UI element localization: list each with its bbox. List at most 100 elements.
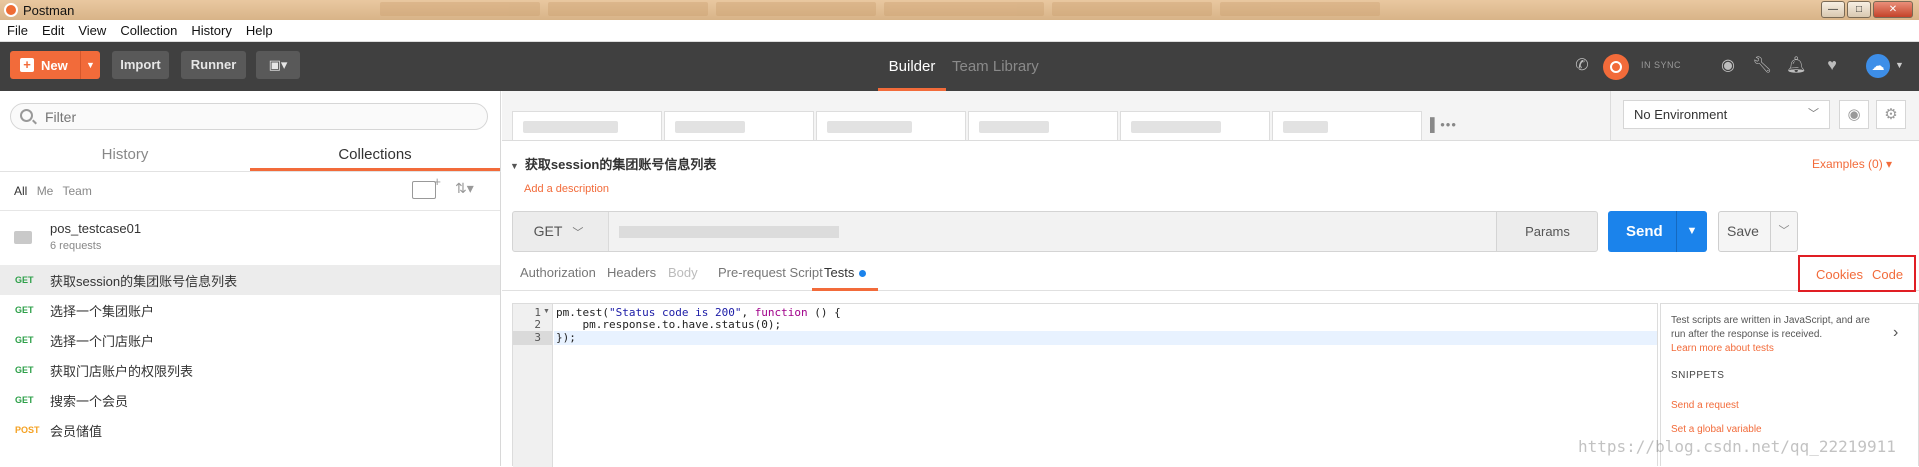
menu-collection[interactable]: Collection xyxy=(113,23,184,38)
collection-item[interactable]: pos_testcase01 6 requests xyxy=(0,210,500,265)
tab-body[interactable]: Body xyxy=(668,255,698,291)
tab-tests-label: Tests xyxy=(824,265,855,280)
request-tab[interactable] xyxy=(512,111,662,140)
request-section-tabs: Authorization Headers Body Pre-request S… xyxy=(502,255,1919,291)
request-tab[interactable] xyxy=(1120,111,1270,140)
snippet-link[interactable]: Set a global variable xyxy=(1671,424,1762,435)
tab-history[interactable]: History xyxy=(0,141,250,171)
new-button[interactable]: + New ▼ xyxy=(10,51,100,79)
active-line-highlight xyxy=(554,331,1657,345)
send-button[interactable]: Send ▼ xyxy=(1608,211,1707,252)
sidebar: History Collections All Me Team ⇅▾ pos_t… xyxy=(0,91,501,466)
learn-more-link[interactable]: Learn more about tests xyxy=(1671,343,1774,354)
tab-builder[interactable]: Builder xyxy=(878,42,946,91)
runner-button[interactable]: Runner xyxy=(181,51,246,79)
filter-team[interactable]: Team xyxy=(62,184,91,198)
bell-icon[interactable]: 🔔︎ xyxy=(1786,56,1806,76)
tab-pre-request-script[interactable]: Pre-request Script xyxy=(718,255,823,291)
menu-bar: File Edit View Collection History Help xyxy=(0,20,1919,42)
tab-headers[interactable]: Headers xyxy=(607,255,656,291)
eye-icon[interactable]: ◉ xyxy=(1839,100,1869,129)
code-link[interactable]: Code xyxy=(1872,267,1903,282)
sort-icon[interactable]: ⇅▾ xyxy=(455,180,474,197)
menu-history[interactable]: History xyxy=(184,23,238,38)
plus-icon: + xyxy=(20,58,34,72)
code-line: }); xyxy=(556,331,576,344)
sync-status-label: IN SYNC xyxy=(1641,60,1682,70)
request-title: 获取session的集团账号信息列表 xyxy=(524,157,717,172)
minimize-button[interactable]: — xyxy=(1821,1,1845,18)
cookies-link[interactable]: Cookies xyxy=(1816,267,1863,282)
snippet-link[interactable]: Send a request xyxy=(1671,400,1739,411)
request-item[interactable]: GET 选择一个门店账户 xyxy=(0,325,500,355)
satellite-icon[interactable]: ✆ xyxy=(1572,56,1592,76)
owner-filter: All Me Team xyxy=(14,184,98,198)
request-builder: ▌••• No Environment ﹀ ◉ ⚙ ▼ 获取session的集团账… xyxy=(502,91,1919,467)
add-description-link[interactable]: Add a description xyxy=(524,183,609,195)
tab-authorization[interactable]: Authorization xyxy=(520,255,596,291)
menu-view[interactable]: View xyxy=(71,23,113,38)
close-button[interactable]: ✕ xyxy=(1873,1,1913,18)
request-tab[interactable] xyxy=(1272,111,1422,140)
new-collection-icon[interactable] xyxy=(412,174,441,199)
window-controls: — □ ✕ xyxy=(1821,1,1913,18)
line-number: 2 xyxy=(534,318,541,331)
maximize-button[interactable]: □ xyxy=(1847,1,1871,18)
environment-value: No Environment xyxy=(1634,107,1728,122)
menu-edit[interactable]: Edit xyxy=(35,23,71,38)
request-name: 获取session的集团账号信息列表 xyxy=(50,273,238,289)
gear-icon[interactable]: ⚙ xyxy=(1876,100,1906,129)
request-name: 选择一个集团账户 xyxy=(50,303,155,319)
request-name: 选择一个门店账户 xyxy=(50,333,155,349)
tab-team-library[interactable]: Team Library xyxy=(952,42,1039,91)
more-tabs-icon[interactable]: ▌••• xyxy=(1430,117,1457,132)
tab-tests[interactable]: Tests xyxy=(812,255,879,291)
filter-input[interactable] xyxy=(45,108,445,126)
wrench-icon[interactable]: 🔧︎ xyxy=(1752,56,1772,76)
sync-status-icon[interactable] xyxy=(1603,54,1629,80)
request-title-row[interactable]: ▼ 获取session的集团账号信息列表 xyxy=(510,154,716,173)
save-dropdown-icon[interactable]: ﹀ xyxy=(1770,212,1797,251)
tests-code-editor[interactable]: 1 ▼ 2 3 pm.test("Status code is 200", fu… xyxy=(512,303,1658,467)
fold-arrow-icon[interactable]: ▼ xyxy=(543,308,550,315)
request-item[interactable]: GET 搜索一个会员 xyxy=(0,385,500,415)
request-method: POST xyxy=(15,425,40,435)
new-dropdown-caret-icon[interactable]: ▼ xyxy=(80,51,100,79)
request-item[interactable]: POST 会员储值 xyxy=(0,415,500,445)
method-select[interactable]: GET ﹀ xyxy=(513,212,604,251)
new-button-label: New xyxy=(41,57,68,73)
tab-collections[interactable]: Collections xyxy=(250,141,500,171)
params-button[interactable]: Params xyxy=(1496,212,1598,251)
request-method: GET xyxy=(15,275,34,285)
examples-dropdown[interactable]: Examples (0) ▾ xyxy=(1812,157,1892,171)
interceptor-icon[interactable]: ◉ xyxy=(1718,56,1738,76)
request-tab[interactable] xyxy=(816,111,966,140)
menu-help[interactable]: Help xyxy=(239,23,280,38)
editor-gutter: 1 ▼ 2 3 xyxy=(513,304,553,467)
collection-request-count: 6 requests xyxy=(50,240,102,252)
request-item[interactable]: GET 获取门店账户的权限列表 xyxy=(0,355,500,385)
import-button[interactable]: Import xyxy=(112,51,169,79)
menu-file[interactable]: File xyxy=(0,23,35,38)
request-tab[interactable] xyxy=(968,111,1118,140)
blurred-url xyxy=(619,226,839,238)
cloud-account-icon[interactable]: ☁ xyxy=(1866,54,1890,78)
background-browser-tabs xyxy=(380,2,1380,16)
request-tab[interactable] xyxy=(664,111,814,140)
environment-select[interactable]: No Environment ﹀ xyxy=(1623,100,1830,129)
folder-icon xyxy=(14,231,32,244)
request-item[interactable]: GET 选择一个集团账户 xyxy=(0,295,500,325)
window-title: Postman xyxy=(23,2,75,18)
collapse-triangle-icon[interactable]: ▼ xyxy=(510,161,519,171)
heart-icon[interactable]: ♥ xyxy=(1822,56,1842,76)
send-dropdown-icon[interactable]: ▼ xyxy=(1676,211,1707,252)
request-method: GET xyxy=(15,305,34,315)
url-input[interactable] xyxy=(608,212,1496,251)
chevron-right-icon[interactable]: › xyxy=(1893,324,1898,342)
account-caret-icon[interactable]: ▼ xyxy=(1895,60,1904,70)
save-button[interactable]: Save ﹀ xyxy=(1718,211,1798,252)
request-item[interactable]: GET 获取session的集团账号信息列表 xyxy=(0,265,500,295)
filter-all[interactable]: All xyxy=(14,184,27,198)
new-window-button[interactable]: ▣▾ xyxy=(256,51,300,79)
filter-me[interactable]: Me xyxy=(37,184,54,198)
